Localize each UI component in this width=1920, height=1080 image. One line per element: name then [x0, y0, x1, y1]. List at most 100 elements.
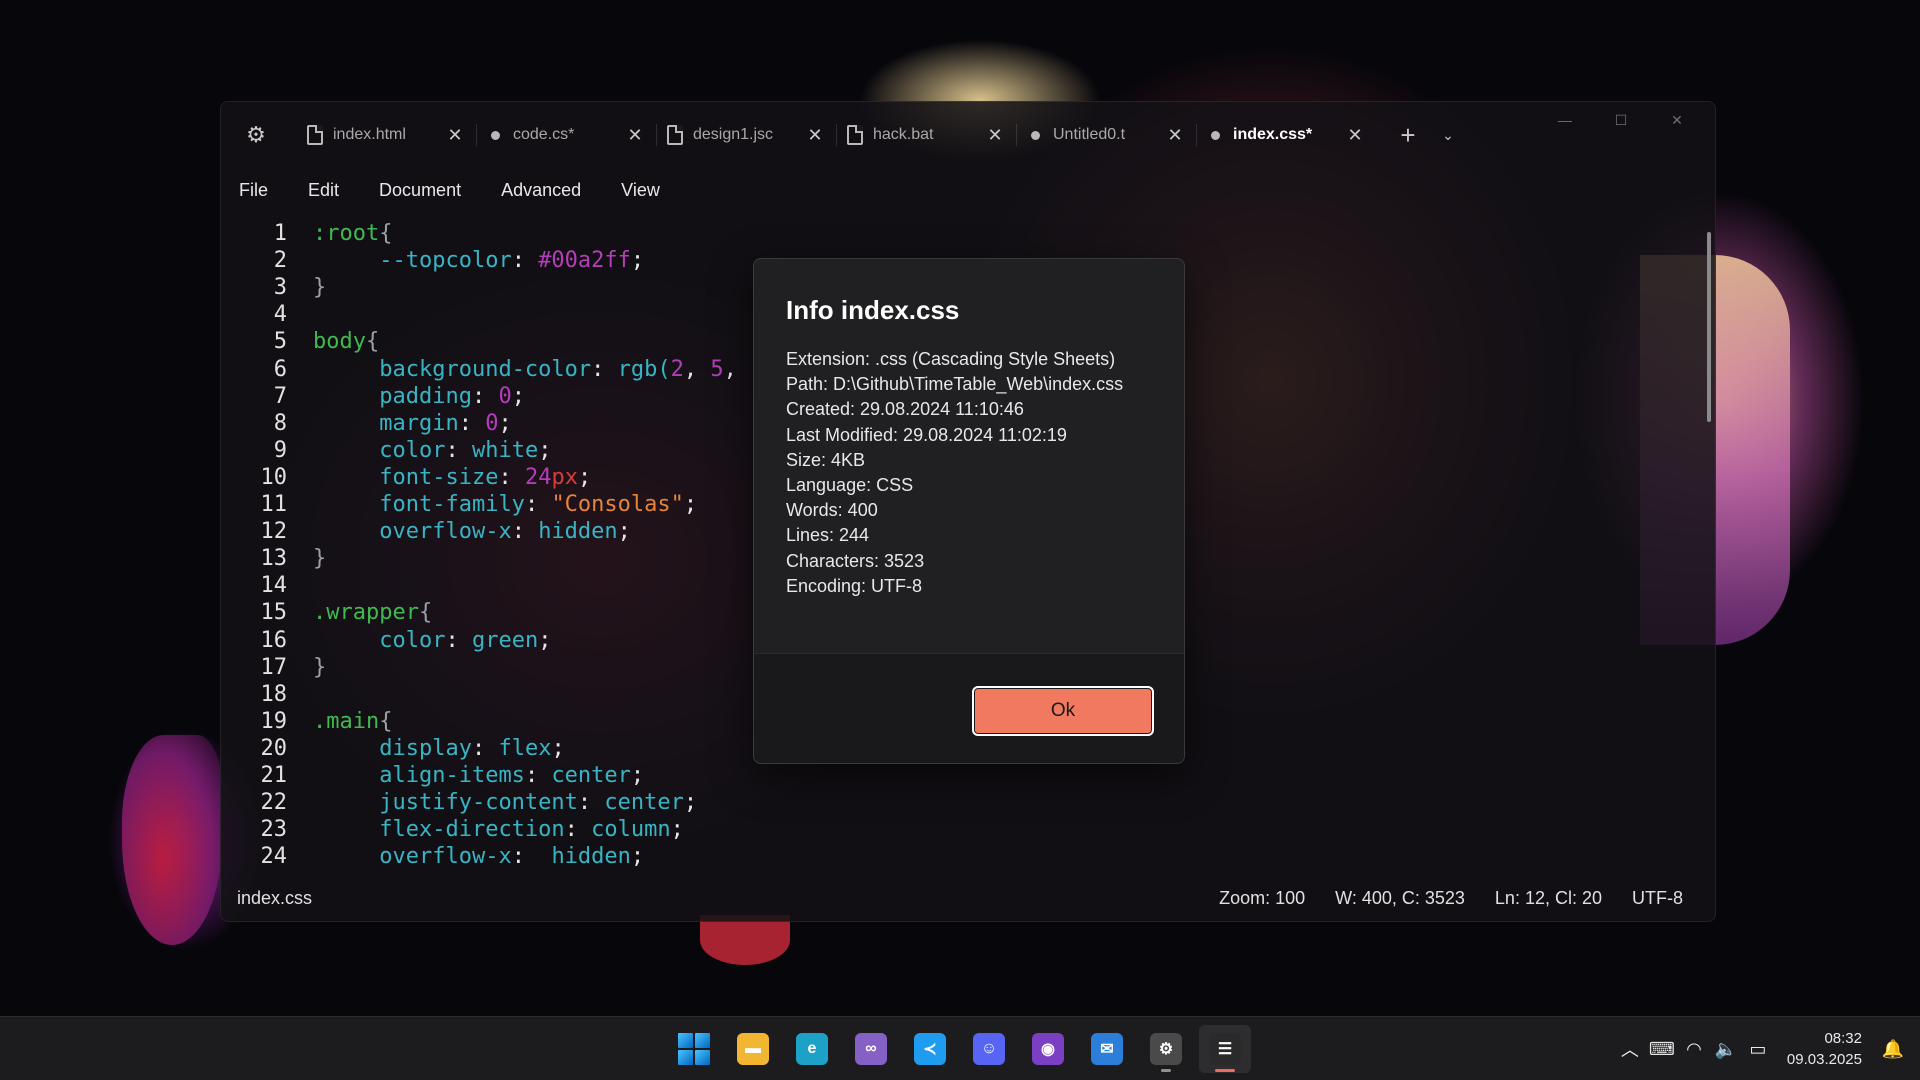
tab-5[interactable]: index.css* ✕	[1197, 115, 1376, 155]
line-number: 16	[260, 627, 288, 653]
line-number: 23	[260, 817, 288, 843]
taskbar-thunderbird[interactable]: ✉	[1081, 1025, 1133, 1073]
taskbar-settings[interactable]: ⚙	[1140, 1025, 1192, 1073]
add-tab-button[interactable]: +	[1388, 120, 1428, 151]
settings-button[interactable]: ⚙	[235, 114, 277, 156]
tab-0[interactable]: index.html ✕	[297, 115, 476, 155]
taskbar-github-desktop[interactable]: ◉	[1022, 1025, 1074, 1073]
maximize-button[interactable]: ☐	[1593, 102, 1649, 138]
close-tab-icon[interactable]: ✕	[1164, 125, 1186, 146]
taskbar-file-explorer[interactable]: ▬	[727, 1025, 779, 1073]
vertical-scrollbar[interactable]	[1707, 232, 1711, 422]
tab-2[interactable]: design1.jsc ✕	[657, 115, 836, 155]
file-icon	[307, 125, 323, 145]
menu-view[interactable]: View	[601, 172, 680, 209]
wallpaper-blob	[700, 915, 790, 965]
line-number: 1	[273, 221, 287, 246]
code-token: :	[471, 735, 499, 761]
line-number: 3	[273, 275, 287, 301]
tab-4[interactable]: Untitled0.t ✕	[1017, 115, 1196, 155]
taskbar-vscode[interactable]: ≺	[904, 1025, 956, 1073]
menu-edit[interactable]: Edit	[288, 172, 359, 209]
file-info-line: Words: 400	[786, 500, 878, 521]
code-token: {	[379, 221, 393, 246]
code-token: hidden	[551, 844, 631, 870]
code-token: ;	[538, 437, 552, 463]
code-token: green	[471, 627, 539, 653]
file-info-line: Lines: 244	[786, 525, 870, 546]
code-token: white	[471, 437, 539, 463]
line-number: 4	[273, 302, 287, 328]
code-token: padding	[379, 383, 472, 409]
tab-list-button[interactable]: ⌄	[1428, 127, 1468, 144]
close-tab-icon[interactable]: ✕	[1344, 125, 1366, 146]
code-token: }	[313, 275, 327, 301]
close-tab-icon[interactable]: ✕	[804, 125, 826, 146]
code-token: ;	[498, 410, 512, 436]
discord-icon: ☺	[973, 1033, 1005, 1065]
code-token: :	[591, 356, 618, 382]
menu-document[interactable]: Document	[359, 172, 481, 209]
tab-3[interactable]: hack.bat ✕	[837, 115, 1016, 155]
code-token: ;	[630, 844, 645, 870]
line-number: 9	[273, 437, 287, 463]
code-token: :	[524, 763, 552, 788]
tab-1[interactable]: code.cs* ✕	[477, 115, 656, 155]
taskbar-start[interactable]	[668, 1025, 720, 1073]
clock[interactable]: 08:32 09.03.2025	[1787, 1028, 1862, 1070]
taskbar-edge[interactable]: e	[786, 1025, 838, 1073]
close-tab-icon[interactable]: ✕	[624, 125, 646, 146]
code-token: "Consolas"	[551, 492, 684, 517]
code-token: 24	[524, 464, 552, 490]
clock-time: 08:32	[1824, 1030, 1862, 1047]
line-number: 13	[260, 546, 288, 572]
gear-icon: ⚙	[246, 122, 266, 147]
show-hidden-icons-button[interactable]: ︿	[1615, 1036, 1645, 1062]
close-tab-icon[interactable]: ✕	[444, 125, 466, 146]
code-token: :	[458, 410, 486, 436]
tab-label: index.html	[333, 126, 406, 143]
ok-button[interactable]: Ok	[972, 686, 1154, 736]
code-token: flex-direction	[379, 817, 565, 843]
code-token: align-items	[379, 763, 525, 788]
menu-advanced[interactable]: Advanced	[481, 172, 601, 209]
taskbar-text-editor[interactable]: ☰	[1199, 1025, 1251, 1073]
unsaved-dot-icon	[1031, 130, 1040, 140]
code-token: 2	[670, 356, 684, 382]
wifi-icon[interactable]: ◠	[1679, 1039, 1709, 1060]
taskbar-visual-studio[interactable]: ∞	[845, 1025, 897, 1073]
keyboard-icon[interactable]: ⌨	[1647, 1039, 1677, 1060]
line-number: 5	[273, 329, 287, 355]
wallpaper-blob	[122, 735, 222, 945]
status-encoding[interactable]: UTF-8	[1632, 888, 1683, 909]
file-info-line: Language: CSS	[786, 474, 914, 495]
menu-file[interactable]: File	[239, 172, 288, 209]
code-token: overflow-x	[379, 519, 512, 545]
code-token: body	[313, 329, 366, 355]
volume-icon[interactable]: 🔈	[1711, 1039, 1741, 1060]
line-number: 18	[260, 681, 288, 707]
code-text: overflow-x: hidden;	[313, 843, 644, 870]
visual-studio-icon: ∞	[855, 1033, 887, 1065]
code-token: 5	[710, 356, 724, 382]
line-number: 10	[260, 464, 288, 490]
github-desktop-icon: ◉	[1032, 1033, 1064, 1065]
file-info-dialog: Info index.css Extension: .css (Cascadin…	[753, 258, 1185, 764]
code-token: ;	[630, 248, 645, 274]
taskbar-discord[interactable]: ☺	[963, 1025, 1015, 1073]
notification-icon[interactable]: 🔔	[1876, 1039, 1910, 1060]
status-zoom[interactable]: Zoom: 100	[1219, 888, 1305, 909]
taskbar-apps: ▬ e ∞ ≺ ☺ ◉ ✉ ⚙ ☰	[668, 1025, 1258, 1073]
close-window-button[interactable]: ✕	[1649, 102, 1705, 138]
code-token: margin	[379, 410, 459, 436]
code-token: :	[445, 627, 472, 653]
close-tab-icon[interactable]: ✕	[984, 125, 1006, 146]
minimize-button[interactable]: —	[1537, 102, 1593, 138]
battery-icon[interactable]: ▭	[1743, 1039, 1773, 1060]
